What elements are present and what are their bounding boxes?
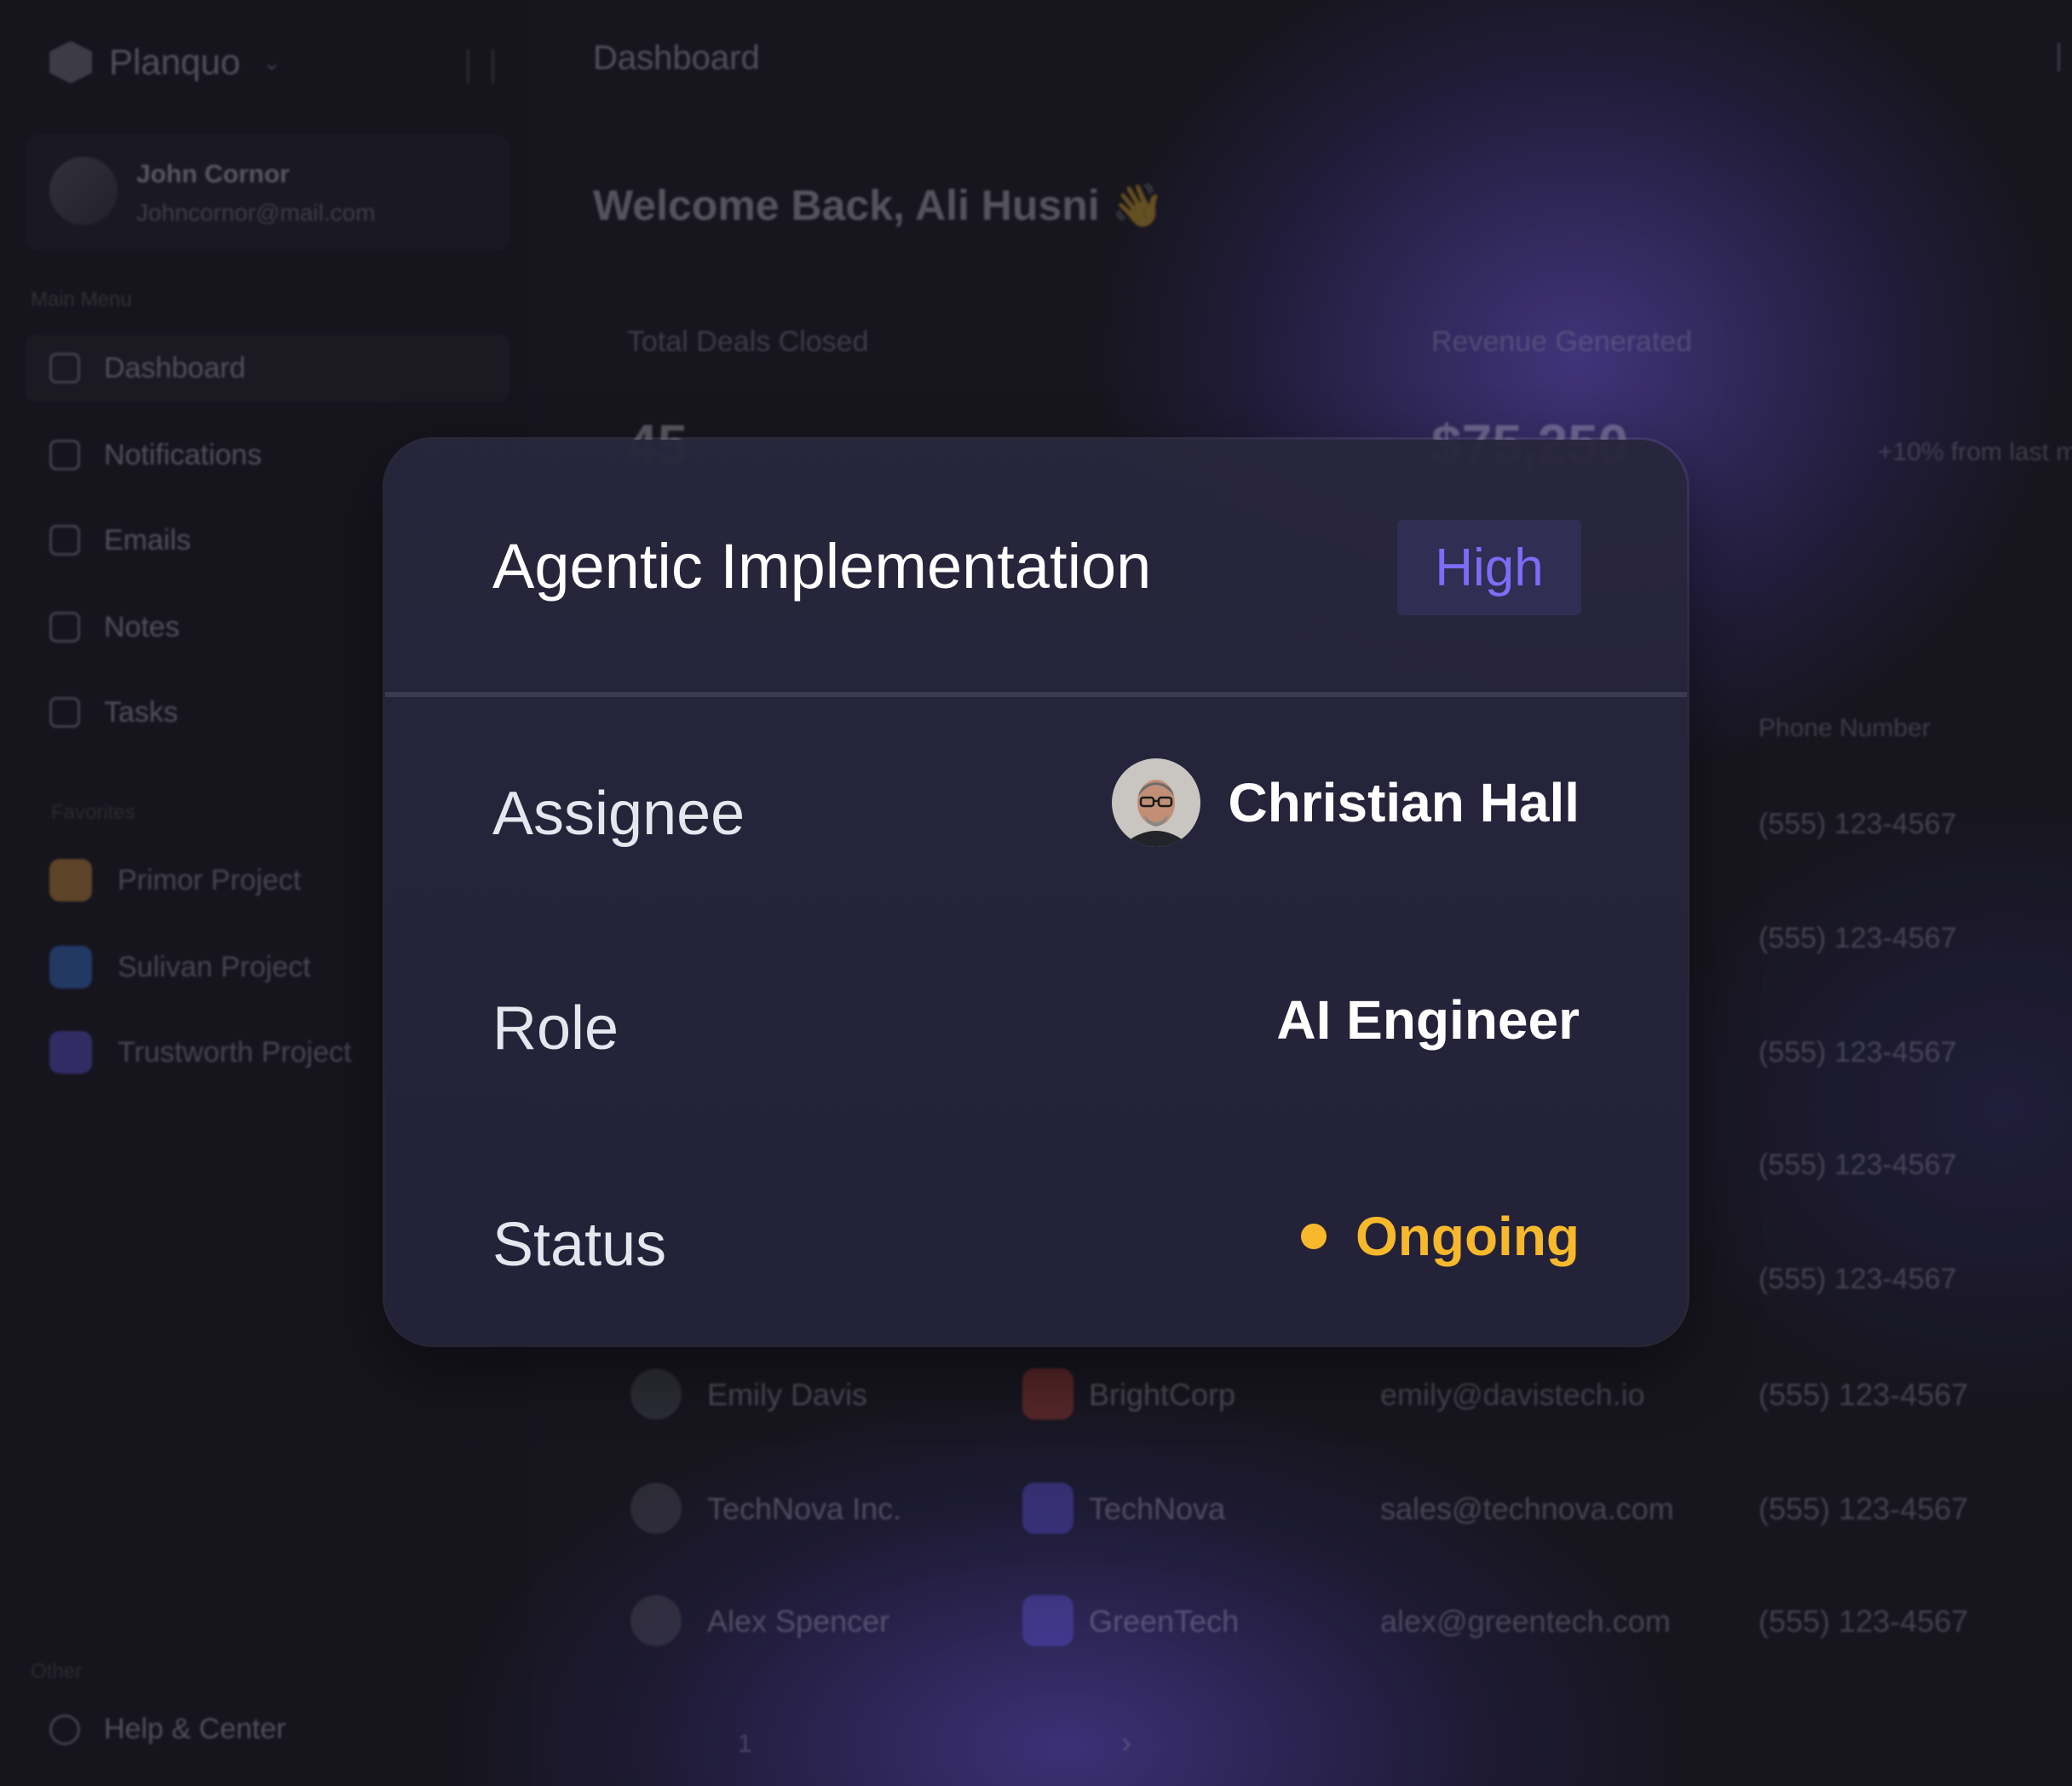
role-label: Role xyxy=(492,994,619,1063)
table-cell-phone: (555) 123-4567 xyxy=(1758,1263,1957,1295)
project-icon xyxy=(49,859,92,902)
note-icon xyxy=(49,612,80,642)
help-center-link[interactable]: Help & Center xyxy=(49,1713,286,1746)
avatar xyxy=(630,1368,682,1420)
table-cell-company: GreenTech xyxy=(1089,1604,1240,1639)
table-cell-phone: (555) 123-4567 xyxy=(1758,1491,1969,1526)
stat-deals-label: Total Deals Closed xyxy=(627,326,869,358)
table-cell-phone: (555) 123-4567 xyxy=(1758,922,1957,954)
project-label: Sulivan Project xyxy=(118,950,311,983)
assignee-name: Christian Hall xyxy=(1228,772,1580,833)
stat-revenue-label: Revenue Generated xyxy=(1431,326,1693,358)
table-cell-phone: (555) 123-4567 xyxy=(1758,1377,1969,1412)
table-cell-phone: (555) 123-4567 xyxy=(1758,808,1957,840)
other-caption: Other xyxy=(31,1660,83,1683)
message-icon xyxy=(49,525,80,556)
tasks-icon xyxy=(49,697,80,728)
table-cell-email: emily@davistech.io xyxy=(1380,1377,1645,1412)
assignee-label: Assignee xyxy=(492,780,745,848)
company-icon xyxy=(1022,1483,1073,1534)
pagination-page[interactable]: 1 xyxy=(738,1730,752,1759)
sidebar-item-label: Notifications xyxy=(104,438,262,471)
assignee-field[interactable]: Christian Hall xyxy=(1112,758,1580,847)
table-row[interactable]: TechNova Inc. TechNova sales@technova.co… xyxy=(630,1483,2072,1534)
table-cell-email: sales@technova.com xyxy=(1380,1491,1674,1526)
chevron-down-icon[interactable]: ⌄ xyxy=(262,49,281,76)
avatar xyxy=(49,157,118,225)
avatar xyxy=(630,1595,682,1646)
table-cell-company: TechNova xyxy=(1089,1491,1226,1526)
project-icon xyxy=(49,946,92,988)
user-name: John Cornor xyxy=(136,160,290,188)
chevron-right-icon[interactable]: › xyxy=(1121,1725,1131,1760)
task-title: Agentic Implementation xyxy=(492,531,1152,602)
project-label: Trustworth Project xyxy=(118,1035,352,1069)
status-value: Ongoing xyxy=(1355,1206,1580,1267)
divider xyxy=(385,692,1687,697)
status-label: Status xyxy=(492,1211,667,1279)
avatar xyxy=(630,1483,682,1534)
sidebar-item-label: Emails xyxy=(104,523,192,556)
user-card[interactable]: John Cornor Johncornor@mail.com xyxy=(26,135,509,251)
table-row[interactable]: Alex Spencer GreenTech alex@greentech.co… xyxy=(630,1595,2072,1646)
brand-logo-icon xyxy=(49,41,92,84)
avatar xyxy=(1112,758,1201,847)
sidebar-item-label: Tasks xyxy=(104,695,178,729)
company-icon xyxy=(1022,1595,1073,1646)
project-icon xyxy=(49,1031,92,1074)
welcome-heading: Welcome Back, Ali Husni 👋 xyxy=(593,181,1165,229)
table-cell-name: Emily Davis xyxy=(707,1377,868,1412)
sidebar-collapse-icon[interactable] xyxy=(467,49,494,84)
bell-icon xyxy=(49,440,80,470)
table-cell-email: alex@greentech.com xyxy=(1380,1604,1671,1639)
table-row[interactable]: Emily Davis BrightCorp emily@davistech.i… xyxy=(630,1368,2072,1420)
table-cell-name: TechNova Inc. xyxy=(707,1491,902,1526)
page-title: Dashboard xyxy=(593,39,760,77)
task-detail-card: Agentic Implementation High Assignee Chr… xyxy=(385,440,1687,1345)
table-cell-name: Alex Spencer xyxy=(707,1604,890,1639)
role-value: AI Engineer xyxy=(1276,989,1580,1051)
favorites-caption: Favorites xyxy=(51,801,135,824)
table-cell-company: BrightCorp xyxy=(1089,1377,1236,1412)
table-cell-phone: (555) 123-4567 xyxy=(1758,1604,1969,1639)
sidebar-project-trustworth[interactable]: Trustworth Project xyxy=(49,1031,352,1074)
brand-name: Planquo xyxy=(109,42,241,82)
sidebar-item-label: Notes xyxy=(104,610,180,643)
status-field[interactable]: Ongoing xyxy=(1300,1205,1580,1268)
sidebar-item-dashboard[interactable]: Dashboard xyxy=(26,334,509,402)
user-email: Johncornor@mail.com xyxy=(136,199,376,226)
sidebar-project-sulivan[interactable]: Sulivan Project xyxy=(49,946,311,988)
priority-badge[interactable]: High xyxy=(1397,520,1581,615)
company-icon xyxy=(1022,1368,1073,1420)
table-cell-phone: (555) 123-4567 xyxy=(1758,1149,1957,1181)
task-header: Agentic Implementation High xyxy=(385,440,1687,694)
project-label: Primor Project xyxy=(118,863,302,896)
sidebar-item-label: Dashboard xyxy=(104,351,246,384)
help-icon xyxy=(49,1714,80,1745)
topbar-action-icon[interactable] xyxy=(2058,43,2072,72)
help-label: Help & Center xyxy=(104,1713,286,1745)
column-header-phone[interactable]: Phone Number xyxy=(1758,714,1931,743)
stat-revenue-delta: +10% from last m xyxy=(1878,438,2072,466)
table-cell-phone: (555) 123-4567 xyxy=(1758,1036,1957,1069)
grid-icon xyxy=(49,353,80,383)
priority-label: High xyxy=(1435,538,1544,597)
sidebar-project-primor[interactable]: Primor Project xyxy=(49,859,301,902)
brand[interactable]: Planquo ⌄ xyxy=(49,41,281,84)
status-dot-icon xyxy=(1300,1224,1327,1249)
menu-caption: Main Menu xyxy=(31,288,132,311)
